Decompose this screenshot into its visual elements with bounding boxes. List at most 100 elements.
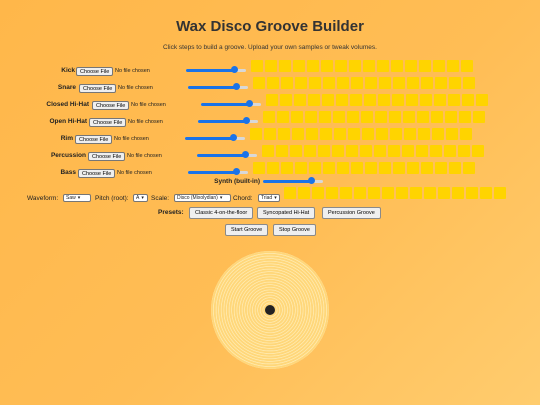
step-cell[interactable] — [267, 162, 279, 174]
step-cell[interactable] — [377, 60, 389, 72]
step-cell[interactable] — [337, 77, 349, 89]
step-cell[interactable] — [360, 145, 372, 157]
scale-select[interactable]: Disco (Mixolydian) ▾ — [174, 194, 231, 202]
step-cell[interactable] — [340, 187, 352, 199]
step-cell[interactable] — [421, 77, 433, 89]
step-cell[interactable] — [307, 60, 319, 72]
step-cell[interactable] — [319, 111, 331, 123]
step-cell[interactable] — [298, 187, 310, 199]
step-cell[interactable] — [253, 77, 265, 89]
step-cell[interactable] — [281, 162, 293, 174]
step-cell[interactable] — [348, 128, 360, 140]
step-cell[interactable] — [312, 187, 324, 199]
step-cell[interactable] — [365, 162, 377, 174]
chord-select[interactable]: Triad ▾ — [258, 194, 280, 202]
step-cell[interactable] — [336, 94, 348, 106]
step-cell[interactable] — [460, 128, 472, 140]
step-cell[interactable] — [378, 94, 390, 106]
step-cell[interactable] — [308, 94, 320, 106]
stop-groove-button[interactable]: Stop Groove — [273, 224, 316, 236]
step-cell[interactable] — [463, 77, 475, 89]
step-cell[interactable] — [393, 77, 405, 89]
step-cell[interactable] — [276, 145, 288, 157]
step-cell[interactable] — [376, 128, 388, 140]
step-cell[interactable] — [322, 94, 334, 106]
step-cell[interactable] — [434, 94, 446, 106]
step-cell[interactable] — [363, 60, 375, 72]
step-cell[interactable] — [417, 111, 429, 123]
step-cell[interactable] — [320, 128, 332, 140]
step-cell[interactable] — [262, 145, 274, 157]
step-cell[interactable] — [430, 145, 442, 157]
step-cell[interactable] — [463, 162, 475, 174]
step-cell[interactable] — [435, 77, 447, 89]
step-cell[interactable] — [459, 111, 471, 123]
step-cell[interactable] — [281, 77, 293, 89]
step-cell[interactable] — [361, 111, 373, 123]
step-cell[interactable] — [472, 145, 484, 157]
step-cell[interactable] — [351, 162, 363, 174]
step-cell[interactable] — [407, 162, 419, 174]
step-cell[interactable] — [419, 60, 431, 72]
bass-file-button[interactable]: Choose File — [78, 169, 116, 178]
step-cell[interactable] — [294, 94, 306, 106]
step-cell[interactable] — [326, 187, 338, 199]
step-cell[interactable] — [433, 60, 445, 72]
snare-volume-slider[interactable] — [188, 83, 248, 91]
step-cell[interactable] — [476, 94, 488, 106]
step-cell[interactable] — [416, 145, 428, 157]
step-cell[interactable] — [332, 145, 344, 157]
step-cell[interactable] — [309, 162, 321, 174]
step-cell[interactable] — [284, 187, 296, 199]
step-cell[interactable] — [305, 111, 317, 123]
step-cell[interactable] — [306, 128, 318, 140]
step-cell[interactable] — [253, 162, 265, 174]
step-cell[interactable] — [375, 111, 387, 123]
step-cell[interactable] — [291, 111, 303, 123]
step-cell[interactable] — [304, 145, 316, 157]
closed-hihat-file-button[interactable]: Choose File — [92, 101, 130, 110]
snare-file-button[interactable]: Choose File — [79, 84, 117, 93]
step-cell[interactable] — [350, 94, 362, 106]
open-hihat-file-button[interactable]: Choose File — [89, 118, 127, 127]
step-cell[interactable] — [266, 94, 278, 106]
step-cell[interactable] — [447, 60, 459, 72]
start-groove-button[interactable]: Start Groove — [225, 224, 269, 236]
open-hihat-volume-slider[interactable] — [198, 117, 258, 125]
bass-volume-slider[interactable] — [188, 168, 248, 176]
step-cell[interactable] — [407, 77, 419, 89]
step-cell[interactable] — [494, 187, 506, 199]
step-cell[interactable] — [449, 162, 461, 174]
step-cell[interactable] — [349, 60, 361, 72]
step-cell[interactable] — [435, 162, 447, 174]
step-cell[interactable] — [318, 145, 330, 157]
step-cell[interactable] — [278, 128, 290, 140]
step-cell[interactable] — [449, 77, 461, 89]
rim-volume-slider[interactable] — [185, 134, 245, 142]
step-cell[interactable] — [390, 128, 402, 140]
step-cell[interactable] — [444, 145, 456, 157]
step-cell[interactable] — [351, 77, 363, 89]
step-cell[interactable] — [365, 77, 377, 89]
step-cell[interactable] — [292, 128, 304, 140]
step-cell[interactable] — [364, 94, 376, 106]
step-cell[interactable] — [250, 128, 262, 140]
step-cell[interactable] — [279, 60, 291, 72]
step-cell[interactable] — [323, 77, 335, 89]
kick-file-button[interactable]: Choose File — [76, 67, 114, 76]
kick-volume-slider[interactable] — [186, 66, 246, 74]
step-cell[interactable] — [347, 111, 359, 123]
step-cell[interactable] — [424, 187, 436, 199]
percussion-file-button[interactable]: Choose File — [88, 152, 126, 161]
step-cell[interactable] — [438, 187, 450, 199]
percussion-volume-slider[interactable] — [197, 151, 257, 159]
step-cell[interactable] — [295, 77, 307, 89]
step-cell[interactable] — [362, 128, 374, 140]
pitch-select[interactable]: A ▾ — [133, 194, 148, 202]
step-cell[interactable] — [335, 60, 347, 72]
synth-volume-slider[interactable] — [263, 177, 323, 185]
step-cell[interactable] — [392, 94, 404, 106]
step-cell[interactable] — [293, 60, 305, 72]
step-cell[interactable] — [406, 94, 418, 106]
step-cell[interactable] — [280, 94, 292, 106]
